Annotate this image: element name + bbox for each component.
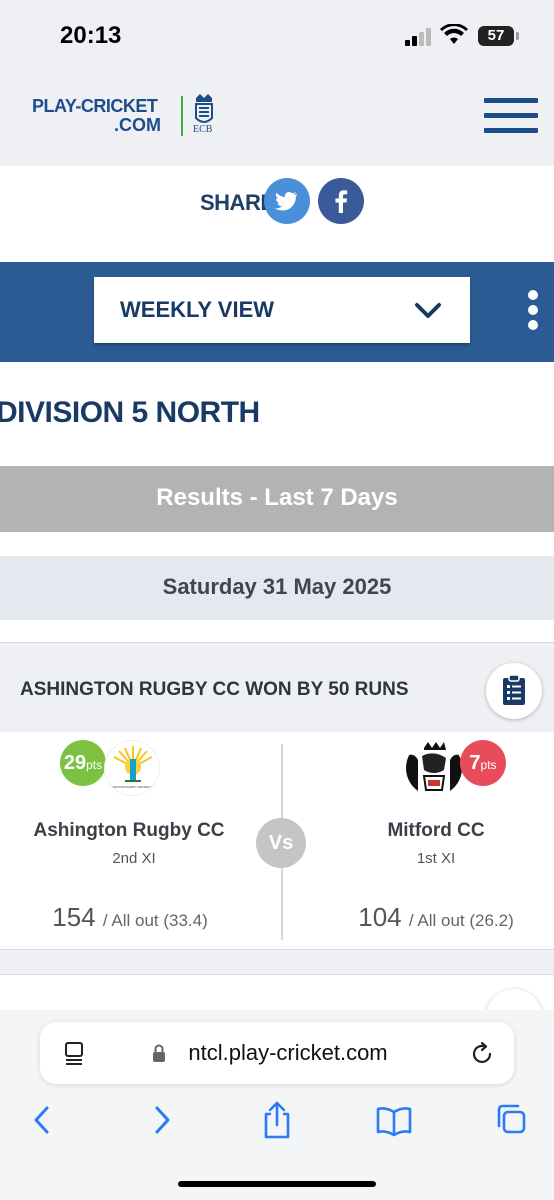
away-team-xi: 1st XI [416,850,456,867]
svg-text:ASHINGTON RUGBY CRICKET CLUB: ASHINGTON RUGBY CRICKET CLUB [107,785,159,789]
results-header-label: Results - Last 7 Days [156,484,398,511]
reload-icon[interactable] [468,1040,496,1068]
away-score: 104 / All out (26.2) [358,902,514,932]
logo-divider [181,96,183,136]
home-team-name[interactable]: Ashington Rugby CC [19,820,239,842]
match-result-text: ASHINGTON RUGBY CC WON BY 50 RUNS [20,679,409,700]
view-dropdown[interactable]: WEEKLY VIEW [94,277,470,343]
home-points-badge: 29pts [60,740,106,786]
view-dropdown-value: WEEKLY VIEW [120,297,275,322]
results-header: Results - Last 7 Days [0,466,554,532]
match-result-header[interactable]: ASHINGTON RUGBY CC WON BY 50 RUNS [0,642,554,732]
more-options-icon[interactable] [528,290,538,335]
away-team-crest [406,740,462,796]
wifi-icon [440,24,468,44]
away-points-badge: 7pts [460,740,506,786]
bookmarks-icon[interactable] [374,1100,414,1140]
share-icon[interactable] [260,1100,294,1140]
back-icon[interactable] [28,1100,56,1140]
mitford-crest-icon [406,740,462,796]
clipboard-icon [503,674,525,705]
forward-icon[interactable] [148,1100,176,1140]
twitter-share-button[interactable] [264,178,310,224]
ecb-label: ECB [193,124,213,135]
view-selector-bar: WEEKLY VIEW [0,262,554,362]
battery-icon: 57 [478,26,519,46]
ashington-crest-icon: ASHINGTON RUGBY CRICKET CLUB [107,746,159,789]
facebook-icon [335,190,348,213]
logo-text-line2: .COM [114,115,161,135]
home-team-crest: ASHINGTON RUGBY CRICKET CLUB [104,740,160,796]
spacer [0,532,554,556]
status-time: 20:13 [60,22,122,49]
home-team-xi: 2nd XI [112,850,156,867]
away-team-name[interactable]: Mitford CC [326,820,546,842]
status-bar: 20:13 57 [0,0,554,70]
hamburger-menu-icon[interactable] [484,98,538,136]
share-bar: SHARE [0,166,554,262]
scorecard-button[interactable] [486,663,542,719]
play-cricket-logo[interactable]: PLAY-CRICKET .COM [32,96,161,136]
chevron-down-icon [415,303,441,318]
division-title: DIVISION 5 NORTH [0,396,260,429]
versus-badge: Vs [256,818,306,868]
division-section: DIVISION 5 NORTH [0,362,554,466]
match-date: Saturday 31 May 2025 [162,574,392,599]
url-text: ntcl.play-cricket.com [188,1040,388,1065]
home-indicator[interactable] [178,1181,376,1187]
facebook-share-button[interactable] [318,178,364,224]
spacer [0,620,554,642]
home-score: 154 / All out (33.4) [52,902,208,932]
date-band: Saturday 31 May 2025 [0,556,554,620]
tabs-icon[interactable] [494,1100,530,1140]
site-header: PLAY-CRICKET .COM ECB [0,70,554,166]
cellular-signal-icon [405,28,433,46]
address-bar[interactable]: ntcl.play-cricket.com [40,1022,514,1084]
twitter-icon [275,191,297,211]
browser-toolbar: ntcl.play-cricket.com [0,1010,554,1200]
logo-text-line1: PLAY-CRICKET [32,96,158,116]
match-card[interactable]: 29pts ASHINGTON RUGBY CRICKET CLUB Ashin… [0,732,554,950]
